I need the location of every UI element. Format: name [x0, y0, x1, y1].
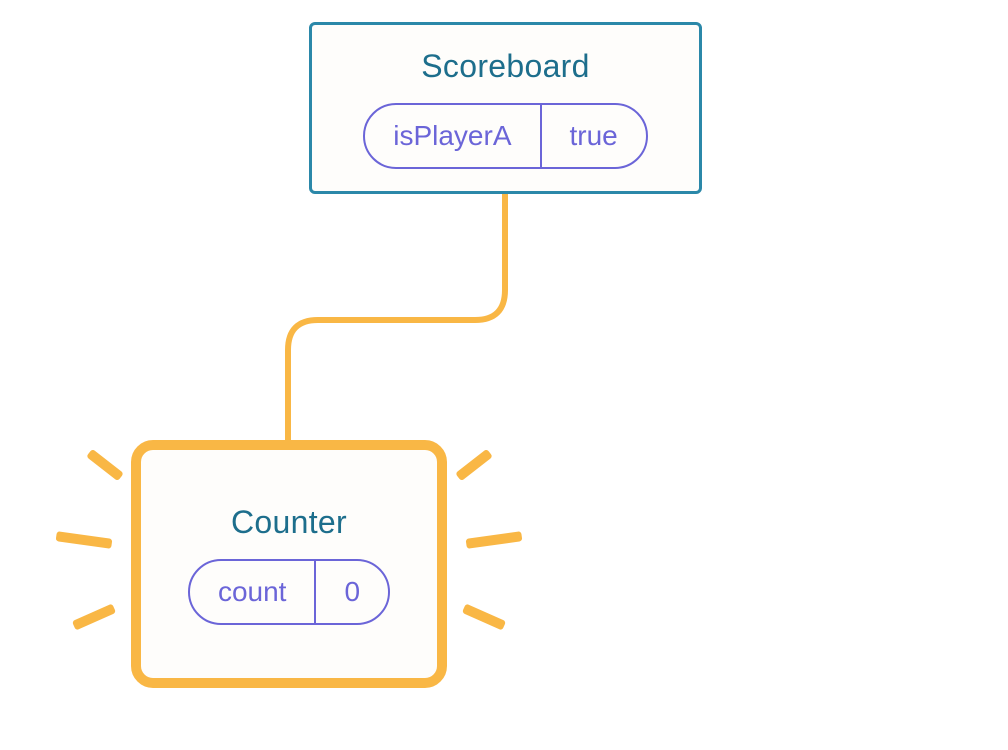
emphasis-spark-icon: [86, 449, 124, 482]
state-key-label: isPlayerA: [365, 105, 539, 167]
state-pill-isplayera: isPlayerA true: [363, 103, 648, 169]
component-tree-diagram: Scoreboard isPlayerA true Counter count …: [0, 0, 1008, 750]
node-counter: Counter count 0: [131, 440, 447, 688]
state-value-label: 0: [314, 561, 388, 623]
state-pill-count: count 0: [188, 559, 390, 625]
emphasis-spark-icon: [462, 603, 506, 630]
node-scoreboard: Scoreboard isPlayerA true: [309, 22, 702, 194]
emphasis-spark-icon: [56, 531, 113, 549]
state-value-label: true: [540, 105, 646, 167]
emphasis-spark-icon: [72, 603, 116, 630]
emphasis-spark-icon: [466, 531, 523, 549]
node-scoreboard-title: Scoreboard: [421, 48, 589, 85]
emphasis-spark-icon: [455, 449, 493, 482]
state-key-label: count: [190, 561, 315, 623]
node-counter-title: Counter: [231, 504, 347, 541]
